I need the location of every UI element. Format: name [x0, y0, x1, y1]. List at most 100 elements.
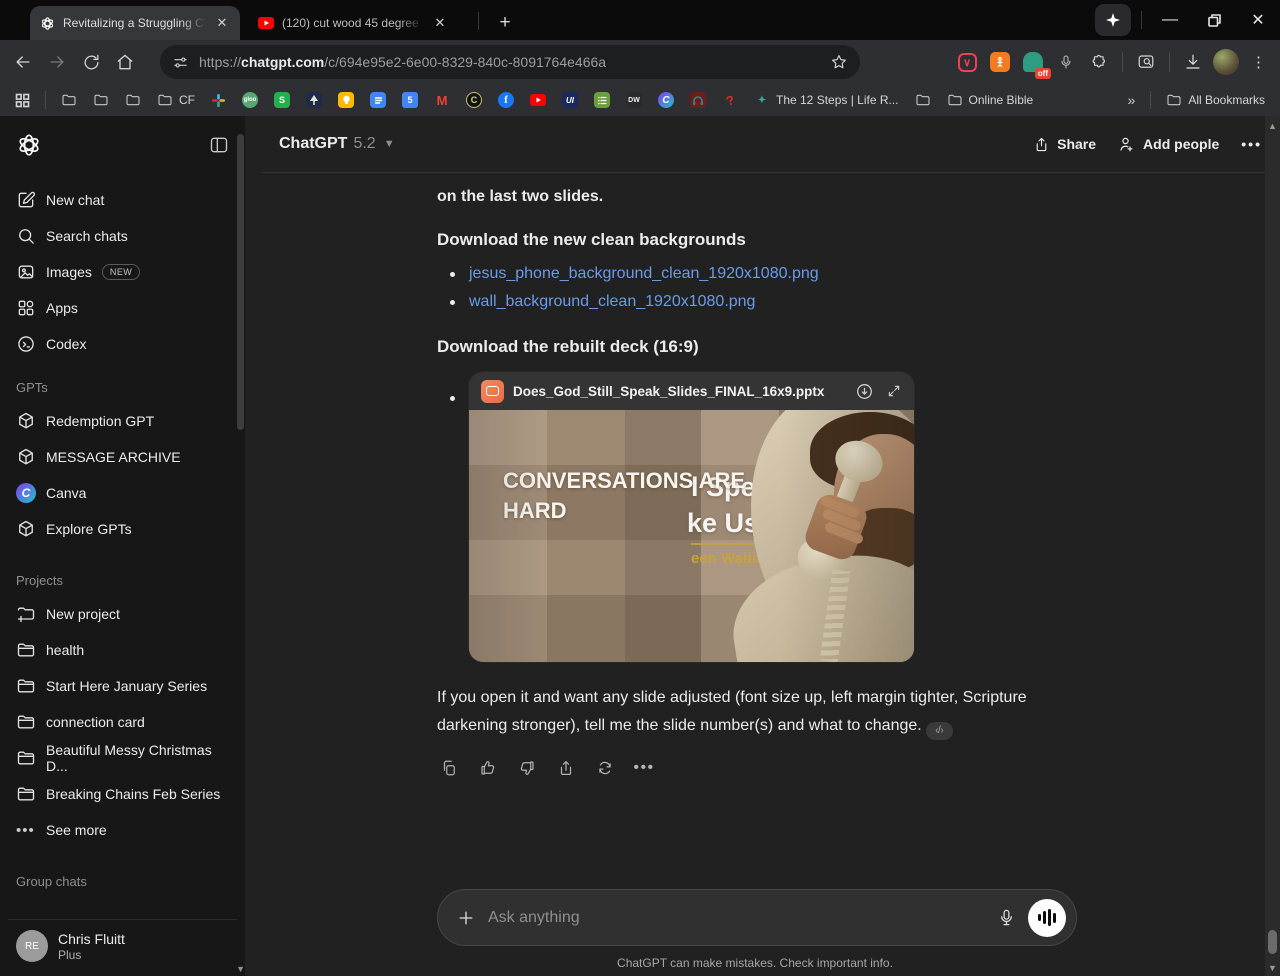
- extensions-menu[interactable]: [1086, 49, 1112, 75]
- bookmark-keep[interactable]: [333, 89, 359, 111]
- bookmark-facebook[interactable]: f: [493, 89, 519, 111]
- orange-extension[interactable]: [987, 49, 1013, 75]
- bookmark-folder[interactable]: [88, 89, 114, 111]
- dictate-mic-icon[interactable]: [997, 908, 1016, 927]
- bookmark-folder[interactable]: [56, 89, 82, 111]
- expand-icon[interactable]: [886, 383, 902, 399]
- conversation-menu-button[interactable]: •••: [1241, 136, 1262, 152]
- bookmark-church[interactable]: [301, 89, 327, 111]
- minimize-button[interactable]: —: [1148, 0, 1192, 40]
- bookmarks-overflow-button[interactable]: »: [1123, 89, 1141, 111]
- home-button[interactable]: [108, 45, 142, 79]
- sidebar-scrollbar-thumb[interactable]: [237, 134, 244, 430]
- bookmark-calendar[interactable]: 5: [397, 89, 423, 111]
- sidebar-scroll-down-arrow[interactable]: ▼: [236, 964, 245, 974]
- sidebar-item-codex[interactable]: Codex: [8, 326, 237, 362]
- message-input[interactable]: [488, 909, 985, 927]
- bookmark-star-icon[interactable]: [830, 53, 848, 71]
- scroll-up-arrow[interactable]: ▲: [1268, 121, 1277, 131]
- bookmark-slack[interactable]: [206, 90, 231, 111]
- bookmark-folder-cf[interactable]: CF: [152, 89, 200, 111]
- bookmark-folder[interactable]: [120, 89, 146, 111]
- sidebar-item-images[interactable]: Images NEW: [8, 254, 237, 290]
- pocket-extension[interactable]: ∨: [954, 49, 980, 75]
- sidebar-item-redemption-gpt[interactable]: Redemption GPT: [8, 403, 237, 439]
- sidebar-item-see-more[interactable]: ••• See more: [8, 812, 237, 848]
- sidebar-item-project-connection-card[interactable]: connection card: [8, 704, 237, 740]
- bookmark-subsplash[interactable]: S: [269, 89, 295, 111]
- sidebar-item-project-christmas[interactable]: Beautiful Messy Christmas D...: [8, 740, 237, 776]
- browser-profile-avatar[interactable]: [1213, 49, 1239, 75]
- new-tab-button[interactable]: +: [492, 10, 518, 36]
- back-button[interactable]: [6, 45, 40, 79]
- sidebar-item-new-chat[interactable]: New chat: [8, 182, 237, 218]
- sidebar-item-message-archive[interactable]: MESSAGE ARCHIVE: [8, 439, 237, 475]
- sidebar-item-new-project[interactable]: New project: [8, 596, 237, 632]
- site-settings-icon[interactable]: [172, 54, 189, 71]
- bookmark-folder[interactable]: [910, 89, 936, 111]
- bookmark-list-green[interactable]: [589, 89, 615, 111]
- forward-button[interactable]: [40, 45, 74, 79]
- bookmark-youtube[interactable]: [525, 91, 551, 109]
- bookmark-paw[interactable]: ?: [717, 89, 743, 111]
- reading-mode-button[interactable]: [1133, 49, 1159, 75]
- close-window-button[interactable]: ✕: [1236, 0, 1280, 40]
- code-badge[interactable]: ‹/›: [926, 722, 953, 740]
- all-bookmarks-button[interactable]: All Bookmarks: [1161, 89, 1270, 111]
- scroll-down-arrow[interactable]: ▼: [1268, 963, 1277, 973]
- blocker-extension[interactable]: off: [1020, 49, 1046, 75]
- more-actions-button[interactable]: •••: [632, 756, 656, 780]
- thumbs-up-button[interactable]: [476, 756, 500, 780]
- share-response-button[interactable]: [554, 756, 578, 780]
- copy-button[interactable]: [437, 756, 461, 780]
- sidebar-item-apps[interactable]: Apps: [8, 290, 237, 326]
- tab-chatgpt[interactable]: Revitalizing a Struggling Church ✕: [30, 6, 240, 40]
- bookmark-gmail[interactable]: M: [429, 89, 455, 111]
- sidebar-item-project-breaking-chains[interactable]: Breaking Chains Feb Series: [8, 776, 237, 812]
- share-button[interactable]: Share: [1033, 136, 1096, 153]
- tab-close-icon[interactable]: ✕: [432, 15, 448, 31]
- download-link-jesus-phone[interactable]: jesus_phone_background_clean_1920x1080.p…: [469, 265, 819, 282]
- profile-button[interactable]: RE Chris Fluitt Plus: [8, 919, 237, 966]
- add-people-button[interactable]: Add people: [1118, 135, 1219, 153]
- regenerate-button[interactable]: [593, 756, 617, 780]
- bookmark-c-dark[interactable]: C: [461, 89, 487, 111]
- pptx-file-card[interactable]: Does_God_Still_Speak_Slides_FINAL_16x9.p…: [469, 372, 914, 662]
- composer-pill[interactable]: [437, 889, 1077, 946]
- tab-close-icon[interactable]: ✕: [214, 15, 230, 31]
- browser-menu-button[interactable]: ⋮: [1246, 49, 1272, 75]
- sidebar-item-project-start-here[interactable]: Start Here January Series: [8, 668, 237, 704]
- scrollbar-thumb[interactable]: [1268, 930, 1277, 954]
- restore-button[interactable]: [1192, 0, 1236, 40]
- address-bar[interactable]: https://chatgpt.com/c/694e95e2-6e00-8329…: [160, 45, 860, 79]
- slide-preview[interactable]: l Speak ke Us? een Waiting For: [469, 410, 914, 662]
- bookmark-dw[interactable]: DW: [621, 89, 647, 111]
- bookmark-folder-online-bible[interactable]: Online Bible: [942, 89, 1039, 111]
- reload-button[interactable]: [74, 45, 108, 79]
- bookmark-docs[interactable]: [365, 89, 391, 111]
- mic-extension[interactable]: [1053, 49, 1079, 75]
- downloads-button[interactable]: [1180, 49, 1206, 75]
- download-link-wall[interactable]: wall_background_clean_1920x1080.png: [469, 293, 755, 310]
- bookmark-12-steps[interactable]: ✦ The 12 Steps | Life R...: [749, 89, 904, 111]
- sidebar-item-project-health[interactable]: health: [8, 632, 237, 668]
- model-picker[interactable]: ChatGPT 5.2 ▼: [279, 135, 395, 153]
- page-scrollbar[interactable]: ▲ ▼: [1265, 116, 1280, 976]
- tab-youtube[interactable]: (120) cut wood 45 degree angle ✕: [248, 6, 458, 40]
- chatgpt-logo[interactable]: [16, 132, 42, 158]
- bookmark-canva[interactable]: C: [653, 89, 679, 111]
- voice-mode-button[interactable]: [1028, 899, 1066, 937]
- download-circle-icon[interactable]: [855, 382, 874, 401]
- side-panel-button[interactable]: [10, 90, 35, 111]
- sidebar-item-explore-gpts[interactable]: Explore GPTs: [8, 511, 237, 547]
- sidebar-item-search-chats[interactable]: Search chats: [8, 218, 237, 254]
- sidebar-scrollbar[interactable]: ▼: [236, 116, 245, 976]
- bookmark-ui[interactable]: UI: [557, 89, 583, 111]
- browser-ai-button[interactable]: [1095, 4, 1131, 36]
- bookmark-media[interactable]: [685, 89, 711, 111]
- sidebar-toggle-icon[interactable]: [209, 135, 229, 155]
- attach-plus-icon[interactable]: [456, 908, 476, 928]
- sidebar-item-canva[interactable]: C Canva: [8, 475, 237, 511]
- bookmark-gloo[interactable]: gloo: [237, 89, 263, 111]
- thumbs-down-button[interactable]: [515, 756, 539, 780]
